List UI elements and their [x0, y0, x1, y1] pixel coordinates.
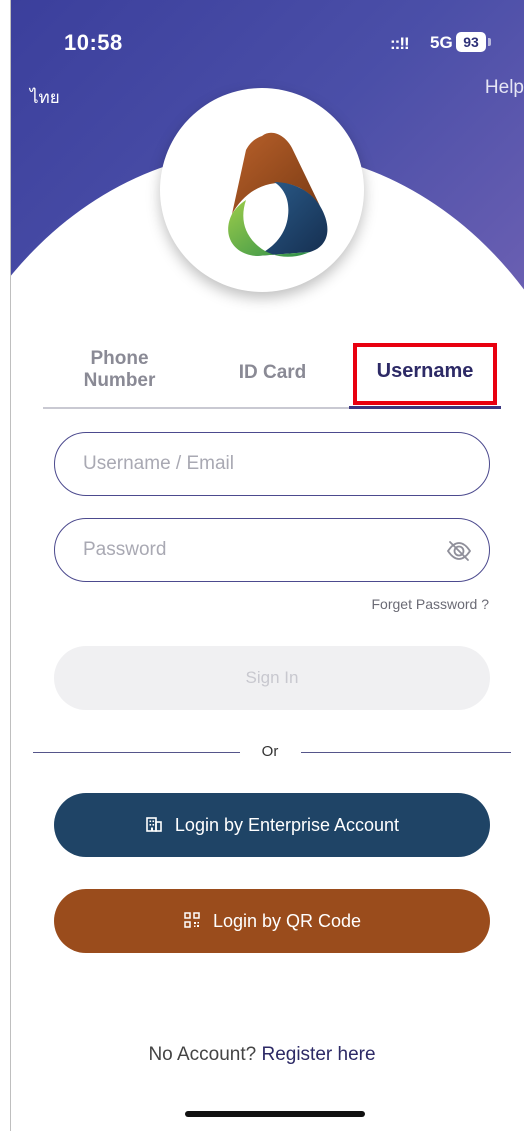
- help-link[interactable]: Help: [485, 77, 524, 99]
- eye-off-icon[interactable]: [445, 537, 473, 565]
- home-indicator: [185, 1111, 365, 1117]
- status-bar: 10:58 ::!! 5G 93: [10, 24, 524, 64]
- battery-tip: [488, 38, 491, 46]
- or-divider: Or: [33, 738, 511, 768]
- forget-password-link[interactable]: Forget Password ?: [372, 596, 490, 612]
- qr-login-label: Login by QR Code: [212, 911, 362, 931]
- network-type: 5G: [430, 33, 453, 52]
- building-icon: [146, 817, 162, 833]
- active-tab-indicator: [349, 406, 501, 409]
- app-logo: [160, 88, 364, 292]
- qr-code-icon: [184, 912, 200, 928]
- enterprise-login-label: Login by Enterprise Account: [174, 815, 400, 835]
- screen-edge: [10, 0, 11, 1131]
- status-time: 10:58: [64, 30, 123, 55]
- username-input[interactable]: [83, 447, 423, 481]
- register-link[interactable]: Register here: [261, 1044, 375, 1065]
- username-field[interactable]: [54, 432, 490, 496]
- enterprise-login-button[interactable]: Login by Enterprise Account: [54, 793, 490, 857]
- no-account-text: No Account?: [148, 1044, 257, 1065]
- signal-icon: ::!!: [390, 34, 410, 53]
- divider-line-left: [33, 752, 240, 753]
- language-switch[interactable]: ไทย: [30, 84, 60, 111]
- sign-in-button[interactable]: Sign In: [54, 646, 490, 710]
- tab-id-card[interactable]: ID Card: [196, 340, 349, 408]
- tab-phone-number[interactable]: Phone Number: [43, 340, 196, 408]
- highlight-annotation: [353, 343, 497, 405]
- register-row: No Account? Register here: [0, 1044, 524, 1066]
- qr-login-button[interactable]: Login by QR Code: [54, 889, 490, 953]
- battery-icon: 93: [456, 32, 486, 52]
- password-input[interactable]: [83, 533, 423, 567]
- password-field[interactable]: [54, 518, 490, 582]
- logo-icon: [228, 132, 328, 257]
- divider-text: Or: [261, 743, 279, 760]
- divider-line-right: [301, 752, 511, 753]
- login-screen: 10:58 ::!! 5G 93 ไทย Help Phone Number I…: [0, 0, 524, 1131]
